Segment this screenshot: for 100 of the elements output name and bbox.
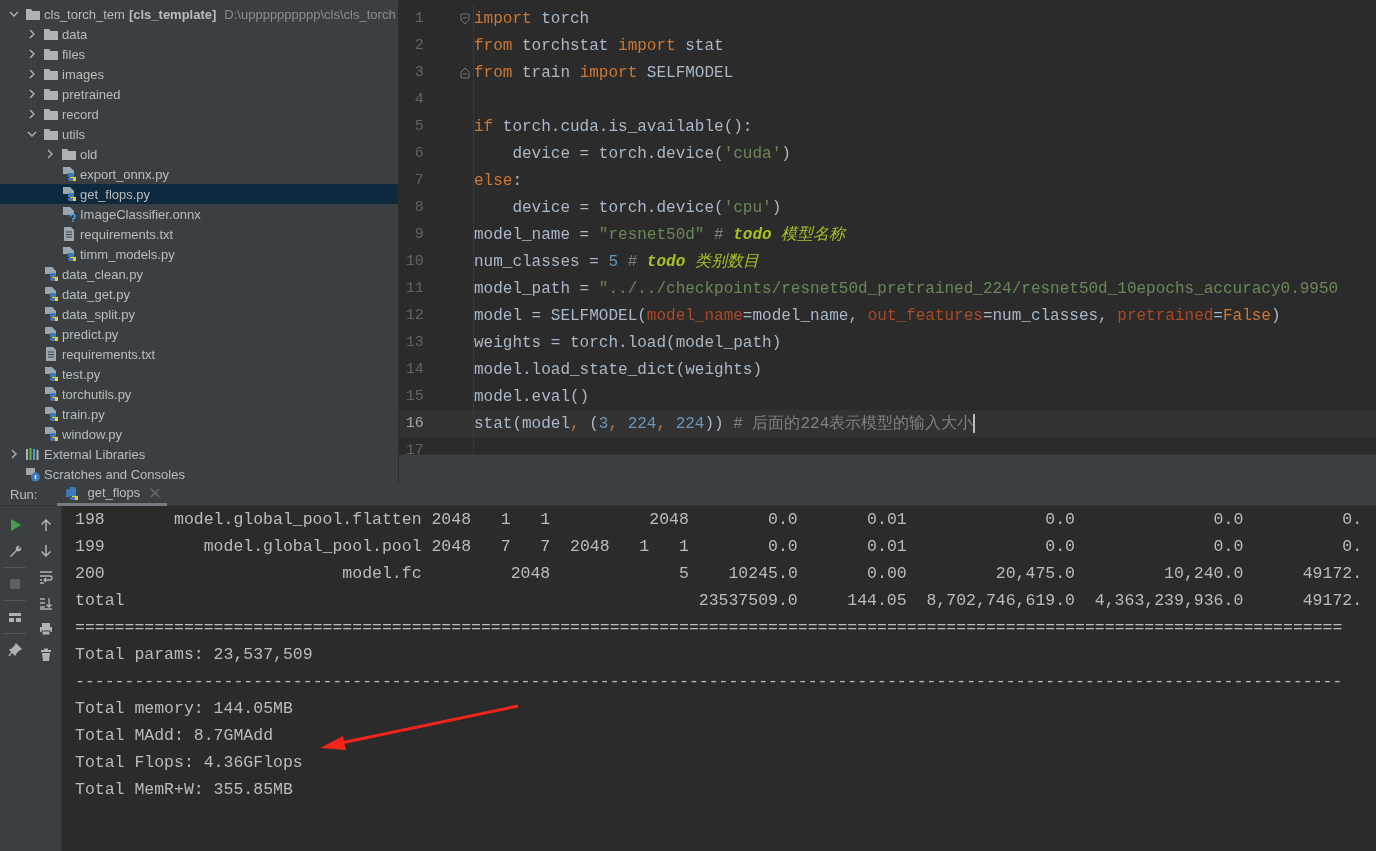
python-icon bbox=[63, 484, 80, 501]
libraries-icon bbox=[25, 446, 41, 462]
separator-line: ================================================================================================================================ bbox=[75, 617, 1343, 639]
arrow-up-icon[interactable] bbox=[38, 518, 53, 532]
line-number: 14 bbox=[404, 361, 424, 378]
python-file-icon bbox=[43, 366, 59, 382]
arrow-down-icon[interactable] bbox=[38, 544, 53, 558]
table-cell-text: 2048 7 7 bbox=[430, 536, 551, 558]
code-line: from torchstat import stat bbox=[474, 36, 724, 55]
fold-marker-icon[interactable] bbox=[459, 66, 470, 79]
tree-item[interactable]: data bbox=[0, 24, 398, 44]
separator-line: -------------------------------------------------------------------------------------------------------------------------------- bbox=[75, 671, 1343, 693]
text-file-icon bbox=[61, 226, 77, 242]
tree-item[interactable]: utils bbox=[0, 124, 398, 144]
table-cell-text: model.global_pool.flatten bbox=[173, 509, 422, 531]
run-tab[interactable]: get_flops bbox=[57, 482, 168, 506]
tree-item[interactable]: External Libraries bbox=[0, 444, 398, 464]
table-cell-text: 2048 1 1 bbox=[569, 536, 689, 558]
line-number: 12 bbox=[404, 307, 424, 324]
code-line: else: bbox=[474, 171, 522, 190]
table-cell-text: 20,475.0 bbox=[994, 563, 1075, 585]
folder-icon bbox=[43, 66, 59, 82]
tree-item[interactable]: cls_torch_tem [cls_template] D:\upppppppppp\cls\cls_torch bbox=[0, 4, 398, 24]
table-cell-text: 0.01 bbox=[866, 536, 907, 558]
tree-item[interactable]: data_split.py bbox=[0, 304, 398, 324]
code-line: device = torch.device('cpu') bbox=[511, 198, 782, 217]
console-file-icon bbox=[25, 466, 41, 482]
python-file-icon bbox=[61, 246, 77, 262]
table-cell-text: 0.00 bbox=[866, 563, 907, 585]
code-line: stat(model, (3, 224, 224)) # 后面的224表示模型的输入大小 bbox=[474, 414, 974, 434]
tree-item[interactable]: get_flops.py bbox=[0, 184, 398, 204]
table-cell-text: 4,363,239,936.0 bbox=[1093, 590, 1244, 612]
table-cell-text: 200 bbox=[75, 563, 105, 585]
tree-item[interactable]: requirements.txt bbox=[0, 224, 398, 244]
line-number: 2 bbox=[413, 37, 424, 54]
line-number: 11 bbox=[404, 280, 424, 297]
tree-item[interactable]: files bbox=[0, 44, 398, 64]
folder-icon bbox=[25, 6, 41, 22]
trash-icon[interactable] bbox=[38, 648, 53, 662]
output-line: Total memory: 144.05MB bbox=[75, 698, 293, 720]
code-line: model_name = "resnet50d" # todo 模型名称 bbox=[474, 225, 846, 245]
line-number: 3 bbox=[413, 64, 424, 81]
tree-item[interactable]: window.py bbox=[0, 424, 398, 444]
code-line: model = SELFMODEL(model_name=model_name, out_features=num_classes, pretrained=False) bbox=[474, 306, 1281, 325]
line-number: 16 bbox=[404, 415, 424, 432]
output-line: Total MAdd: 8.7GMAdd bbox=[75, 725, 274, 747]
tree-item[interactable]: ImageClassifier.onnx bbox=[0, 204, 398, 224]
tree-item[interactable]: pretrained bbox=[0, 84, 398, 104]
tree-item[interactable]: record bbox=[0, 104, 398, 124]
wrench-icon[interactable] bbox=[8, 544, 23, 558]
table-cell-text: 0.0 bbox=[767, 509, 798, 531]
python-file-icon bbox=[61, 186, 77, 202]
tree-item[interactable]: images bbox=[0, 64, 398, 84]
code-line: model.load_state_dict(weights) bbox=[474, 360, 763, 379]
table-cell-text: 199 bbox=[75, 536, 105, 558]
tree-item[interactable]: predict.py bbox=[0, 324, 398, 344]
table-cell-text: 2048 bbox=[648, 509, 689, 531]
line-number: 7 bbox=[413, 172, 424, 189]
table-cell-text: 5 bbox=[677, 563, 689, 585]
tree-item[interactable]: old bbox=[0, 144, 398, 164]
table-cell-text: 2048 bbox=[509, 563, 551, 585]
soft-wrap-icon[interactable] bbox=[38, 570, 53, 584]
tree-item[interactable]: Scratches and Consoles bbox=[0, 464, 398, 483]
print-icon[interactable] bbox=[38, 622, 53, 636]
table-cell-text: 0.01 bbox=[866, 509, 907, 531]
tree-item[interactable]: export_onnx.py bbox=[0, 164, 398, 184]
table-cell-text: 2048 1 1 bbox=[430, 509, 551, 531]
tree-item[interactable]: train.py bbox=[0, 404, 398, 424]
tree-item[interactable]: data_get.py bbox=[0, 284, 398, 304]
line-number: 5 bbox=[413, 118, 424, 135]
run-label: Run: bbox=[10, 486, 38, 502]
run-icon[interactable] bbox=[8, 518, 23, 532]
python-file-icon bbox=[43, 326, 59, 342]
tree-item[interactable]: data_clean.py bbox=[0, 264, 398, 284]
line-number: 10 bbox=[404, 253, 424, 270]
text-file-icon bbox=[43, 346, 59, 362]
unknown-file-icon bbox=[61, 206, 77, 222]
folder-icon bbox=[43, 86, 59, 102]
fold-marker-icon[interactable] bbox=[459, 12, 470, 25]
folder-icon bbox=[43, 126, 59, 142]
output-line: Total Flops: 4.36GFlops bbox=[75, 752, 303, 774]
table-cell-text: 0.0 bbox=[1212, 509, 1244, 531]
output-line: Total MemR+W: 355.85MB bbox=[75, 779, 293, 801]
table-cell-text: 0. bbox=[1341, 509, 1363, 531]
code-line: model_path = "../../checkpoints/resnet50d_pretrained_224/resnet50d_10epochs_accuracy0.9950 bbox=[474, 279, 1339, 298]
tree-item[interactable]: test.py bbox=[0, 364, 398, 384]
layout-icon[interactable] bbox=[8, 610, 23, 624]
pin-icon[interactable] bbox=[8, 643, 23, 657]
tree-item[interactable]: torchutils.py bbox=[0, 384, 398, 404]
scroll-to-end-icon[interactable] bbox=[38, 596, 53, 610]
line-number: 6 bbox=[413, 145, 424, 162]
folder-icon bbox=[61, 146, 77, 162]
table-cell-text: model.global_pool.pool bbox=[202, 536, 422, 558]
tree-item[interactable]: timm_models.py bbox=[0, 244, 398, 264]
table-cell-text: 8,702,746,619.0 bbox=[925, 590, 1075, 612]
table-cell-text: 0.0 bbox=[767, 536, 798, 558]
python-file-icon bbox=[43, 426, 59, 442]
code-line: num_classes = 5 # todo 类别数目 bbox=[474, 252, 759, 272]
folder-icon bbox=[43, 106, 59, 122]
tree-item[interactable]: requirements.txt bbox=[0, 344, 398, 364]
